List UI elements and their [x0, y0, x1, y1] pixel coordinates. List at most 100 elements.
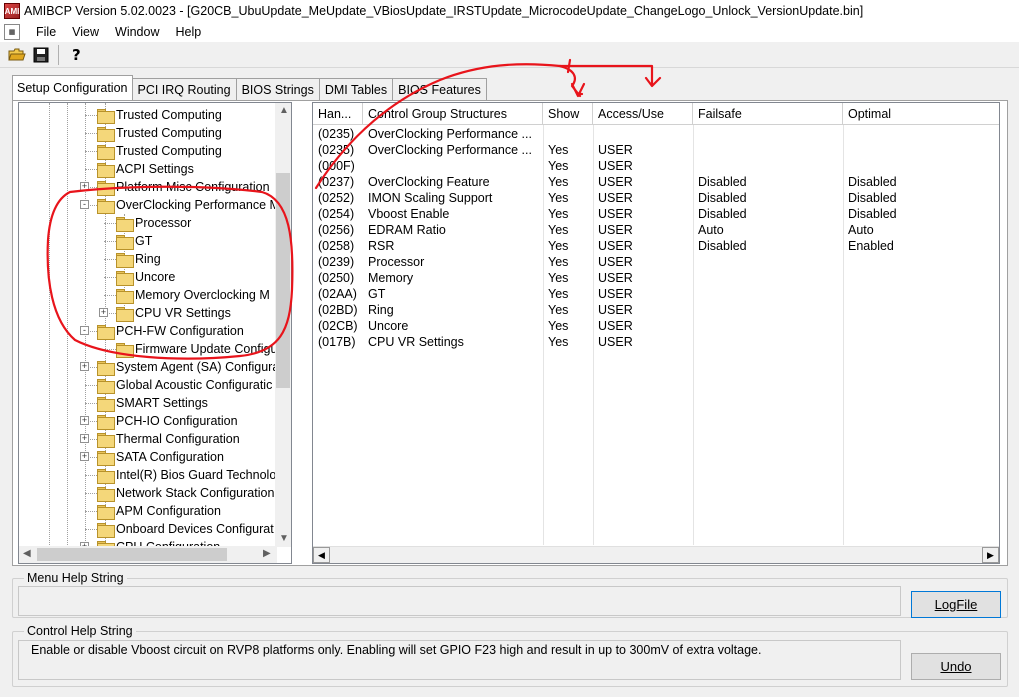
tree-item[interactable]: Trusted Computing: [97, 142, 222, 160]
tree-item[interactable]: SATA Configuration: [97, 448, 224, 466]
tree-item[interactable]: SMART Settings: [97, 394, 208, 412]
grid-row[interactable]: (02AA) GT Yes USER: [313, 286, 999, 302]
expand-icon[interactable]: +: [80, 362, 89, 371]
grid-cell: (017B): [318, 335, 356, 349]
menu-view[interactable]: View: [64, 25, 107, 39]
tree-item-label: Firmware Update Configu: [135, 342, 277, 356]
grid-row[interactable]: (0256) EDRAM Ratio Yes USER Auto Auto: [313, 222, 999, 238]
grid-cell: Yes: [548, 143, 569, 157]
toolbar-separator: [58, 44, 59, 65]
grid-row[interactable]: (000F) Yes USER: [313, 158, 999, 174]
tree-item[interactable]: Trusted Computing: [97, 124, 222, 142]
grid-row[interactable]: (0258) RSR Yes USER Disabled Enabled: [313, 238, 999, 254]
tab-pci-irq-routing[interactable]: PCI IRQ Routing: [131, 78, 237, 100]
document-icon[interactable]: ▦: [4, 24, 20, 40]
scroll-right-icon[interactable]: ▶: [263, 548, 271, 559]
tree-item[interactable]: Memory Overclocking M: [116, 286, 270, 304]
expand-icon[interactable]: +: [99, 308, 108, 317]
tree-item[interactable]: System Agent (SA) Configura: [97, 358, 277, 376]
tab-bios-features[interactable]: BIOS Features: [392, 78, 487, 100]
grid-row[interactable]: (02BD) Ring Yes USER: [313, 302, 999, 318]
tree-vscroll-thumb[interactable]: [276, 173, 290, 388]
tree-hscroll-thumb[interactable]: [37, 548, 227, 561]
collapse-icon[interactable]: -: [80, 326, 89, 335]
expand-icon[interactable]: +: [80, 416, 89, 425]
column-header-access[interactable]: Access/Use: [593, 103, 693, 125]
column-header-handle[interactable]: Han...: [313, 103, 363, 125]
grid-cell: Yes: [548, 159, 569, 173]
scroll-right-icon[interactable]: ▶: [982, 547, 999, 563]
save-disk-icon[interactable]: [30, 44, 52, 66]
tree-item[interactable]: Global Acoustic Configuratic: [97, 376, 272, 394]
grid-row[interactable]: (0254) Vboost Enable Yes USER Disabled Disabl…: [313, 206, 999, 222]
scroll-left-icon[interactable]: ◀: [23, 548, 31, 559]
tree-item[interactable]: Onboard Devices Configurat: [97, 520, 274, 538]
tree-item[interactable]: Network Stack Configuration: [97, 484, 274, 502]
grid-row[interactable]: (0239) Processor Yes USER: [313, 254, 999, 270]
scroll-down-icon[interactable]: ▼: [279, 533, 289, 544]
column-header-optimal[interactable]: Optimal: [843, 103, 999, 125]
title-bar: AMI AMIBCP Version 5.02.0023 - [G20CB_Ub…: [0, 0, 1019, 22]
grid-row[interactable]: (0250) Memory Yes USER: [313, 270, 999, 286]
tree-item-label: APM Configuration: [116, 504, 221, 518]
tree-item[interactable]: Processor: [116, 214, 191, 232]
grid-horizontal-scrollbar[interactable]: ◀ ▶: [313, 546, 999, 563]
grid-row[interactable]: (0237) OverClocking Feature Yes USER Disable…: [313, 174, 999, 190]
tree-item[interactable]: Firmware Update Configu: [116, 340, 277, 358]
collapse-icon[interactable]: -: [80, 200, 89, 209]
tree-guide-line: [67, 103, 68, 547]
tree-item[interactable]: APM Configuration: [97, 502, 221, 520]
grid-row[interactable]: (0235) OverClocking Performance ...: [313, 126, 999, 142]
tree-guide-line: [85, 529, 97, 530]
grid-cell: USER: [598, 271, 633, 285]
open-folder-icon[interactable]: [6, 44, 28, 66]
menu-file[interactable]: File: [28, 25, 64, 39]
menu-bar: ▦ File View Window Help: [0, 22, 1019, 42]
column-header-failsafe[interactable]: Failsafe: [693, 103, 843, 125]
tree-item[interactable]: GT: [116, 232, 152, 250]
grid-row[interactable]: (0252) IMON Scaling Support Yes USER Disable…: [313, 190, 999, 206]
grid-row[interactable]: (02CB) Uncore Yes USER: [313, 318, 999, 334]
folder-icon: [97, 198, 115, 214]
tree-item[interactable]: Trusted Computing: [97, 106, 222, 124]
setup-tree-view[interactable]: Trusted Computing Trusted Computing Truste…: [18, 102, 292, 564]
menu-help[interactable]: Help: [168, 25, 210, 39]
tree-item[interactable]: Platform Misc Configuration: [97, 178, 270, 196]
tree-item[interactable]: PCH-IO Configuration: [97, 412, 238, 430]
logfile-button[interactable]: LogFile: [911, 591, 1001, 618]
tree-item[interactable]: ACPI Settings: [97, 160, 194, 178]
tree-item[interactable]: OverClocking Performance M: [97, 196, 277, 214]
tree-item[interactable]: PCH-FW Configuration: [97, 322, 244, 340]
tree-item[interactable]: Intel(R) Bios Guard Technolo: [97, 466, 276, 484]
tree-horizontal-scrollbar[interactable]: ◀ ▶: [19, 546, 277, 563]
control-help-text-box: Enable or disable Vboost circuit on RVP8…: [18, 640, 901, 680]
menu-window[interactable]: Window: [107, 25, 167, 39]
grid-cell: Vboost Enable: [368, 207, 450, 221]
expand-icon[interactable]: +: [80, 182, 89, 191]
scroll-left-icon[interactable]: ◀: [313, 547, 330, 563]
grid-cell: OverClocking Performance ...: [368, 143, 532, 157]
grid-row[interactable]: (0235) OverClocking Performance ... Yes USE…: [313, 142, 999, 158]
tree-vertical-scrollbar[interactable]: ▲ ▼: [275, 103, 291, 547]
folder-icon: [97, 486, 115, 502]
tree-item[interactable]: Uncore: [116, 268, 175, 286]
tab-setup-configuration[interactable]: Setup Configuration: [12, 75, 133, 100]
tree-item[interactable]: Ring: [116, 250, 161, 268]
undo-button[interactable]: Undo: [911, 653, 1001, 680]
grid-row[interactable]: (017B) CPU VR Settings Yes USER: [313, 334, 999, 350]
tab-bios-strings[interactable]: BIOS Strings: [235, 78, 320, 100]
scroll-up-icon[interactable]: ▲: [279, 105, 289, 116]
tree-item[interactable]: CPU VR Settings: [116, 304, 231, 322]
grid-cell: (0237): [318, 175, 355, 189]
control-group-grid[interactable]: Han... Control Group Structures Show Acc…: [312, 102, 1000, 564]
tab-dmi-tables[interactable]: DMI Tables: [318, 78, 394, 100]
column-header-control-group[interactable]: Control Group Structures: [363, 103, 543, 125]
expand-icon[interactable]: +: [80, 434, 89, 443]
column-header-show[interactable]: Show: [543, 103, 593, 125]
help-icon[interactable]: ?: [65, 44, 87, 66]
tree-item[interactable]: Thermal Configuration: [97, 430, 240, 448]
expand-icon[interactable]: +: [80, 452, 89, 461]
grid-header: Han... Control Group Structures Show Acc…: [313, 103, 999, 125]
grid-cell: [843, 126, 999, 142]
folder-icon: [97, 180, 115, 196]
